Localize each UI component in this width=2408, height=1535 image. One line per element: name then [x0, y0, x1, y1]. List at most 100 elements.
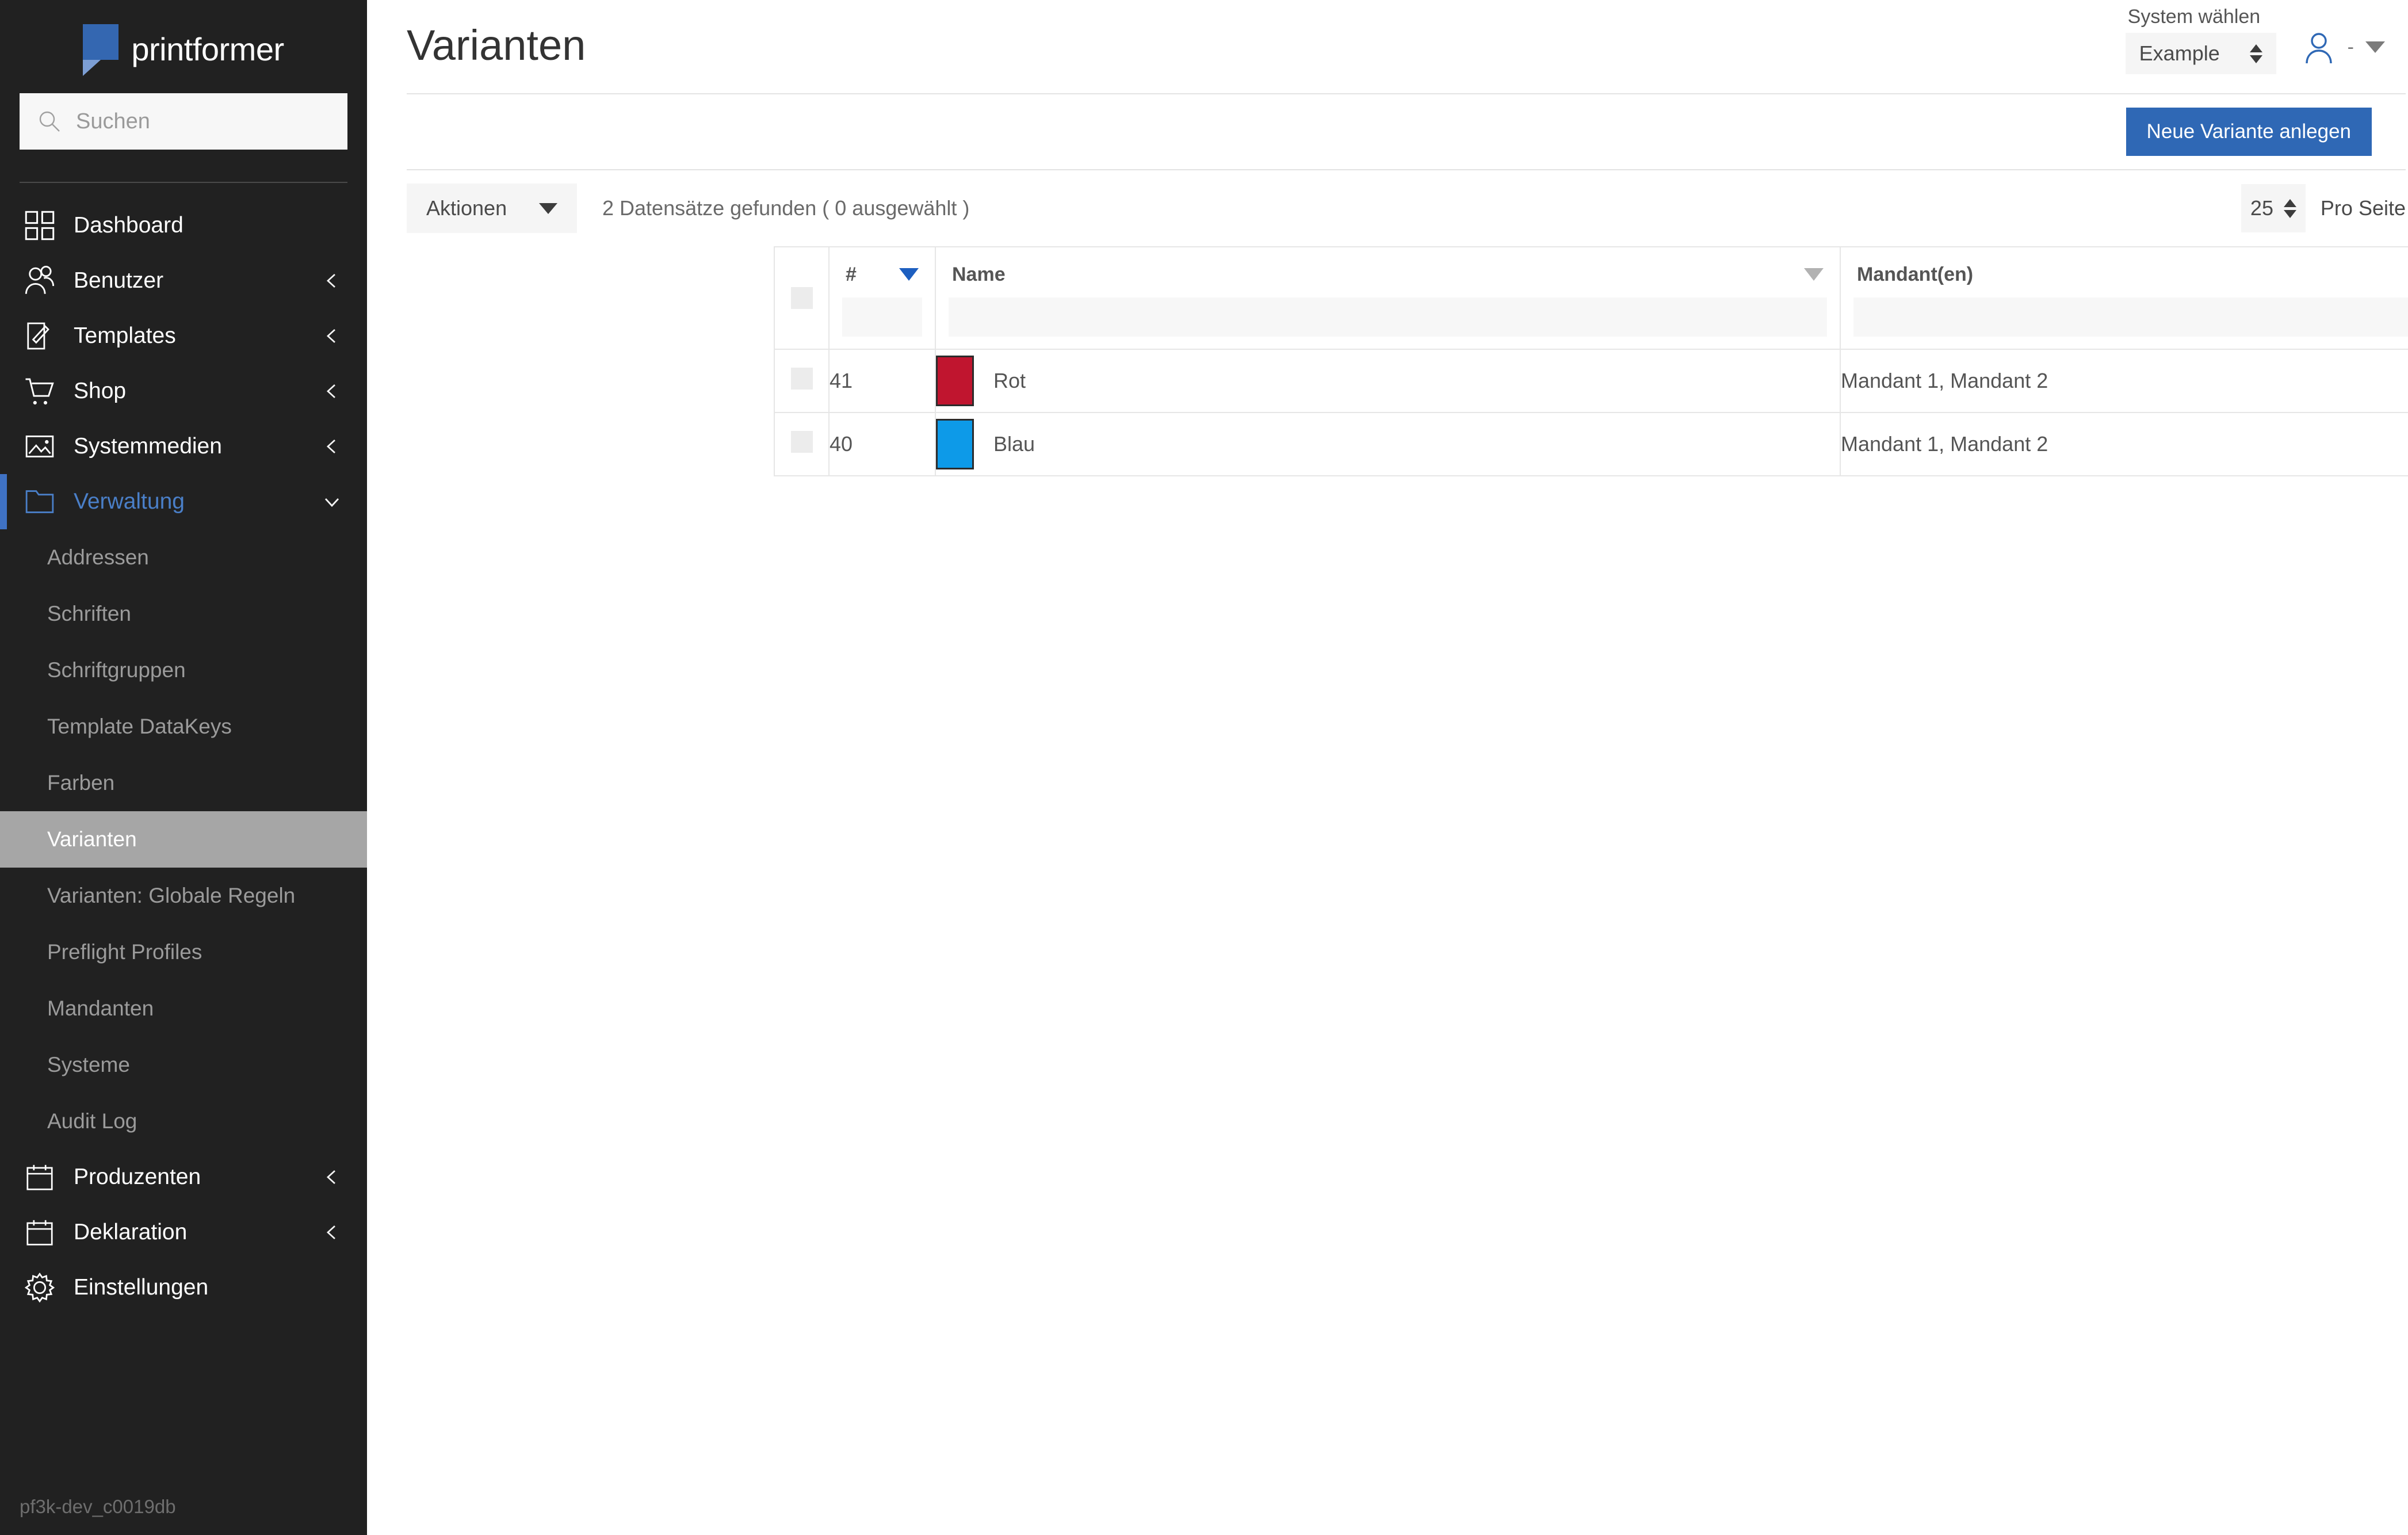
users-icon	[21, 262, 59, 300]
search-input[interactable]: Suchen	[20, 93, 347, 150]
sidebar-subitem-varianten-globale-regeln[interactable]: Varianten: Globale Regeln	[0, 868, 367, 924]
sidebar-item-label: Deklaration	[74, 1220, 188, 1244]
sidebar-item-label: Systemmedien	[74, 434, 222, 459]
chevron-left-icon[interactable]	[322, 1223, 342, 1242]
sidebar-subitem-audit-log[interactable]: Audit Log	[0, 1093, 367, 1150]
sidebar-item-label: Produzenten	[74, 1164, 201, 1189]
sidebar-item-label: Benutzer	[74, 268, 164, 293]
sidebar-subitem-systeme[interactable]: Systeme	[0, 1037, 367, 1093]
actions-dropdown-label: Aktionen	[426, 196, 507, 220]
select-all-header[interactable]	[774, 246, 830, 350]
action-bar: Neue Variante anlegen	[367, 94, 2408, 169]
row-mandant-cell: Mandant 1, Mandant 2	[1840, 349, 2408, 413]
column-header-mandant[interactable]: Mandant(en)	[1840, 246, 2408, 350]
list-toolbar: Aktionen 2 Datensätze gefunden ( 0 ausge…	[407, 170, 2406, 246]
new-variant-button[interactable]: Neue Variante anlegen	[2126, 108, 2372, 156]
sort-caret-icon[interactable]	[1804, 268, 1824, 281]
sort-caret-icon[interactable]	[899, 268, 919, 281]
column-header-label: Mandant(en)	[1857, 263, 1974, 285]
sidebar-subitem-label: Systeme	[47, 1053, 130, 1076]
sidebar-item-dashboard[interactable]: Dashboard	[0, 198, 367, 253]
per-page-select[interactable]: 25	[2241, 184, 2306, 232]
sidebar-subitem-schriftgruppen[interactable]: Schriftgruppen	[0, 642, 367, 698]
sidebar-subitem-preflight-profiles[interactable]: Preflight Profiles	[0, 924, 367, 980]
chevron-left-icon[interactable]	[322, 1167, 342, 1187]
chevron-left-icon[interactable]	[322, 437, 342, 456]
sidebar-item-verwaltung[interactable]: Verwaltung	[0, 474, 367, 529]
sidebar-subitem-label: Schriften	[47, 602, 132, 625]
calendar-icon	[21, 1158, 59, 1196]
select-all-checkbox[interactable]	[790, 287, 813, 309]
row-mandant-cell: Mandant 1, Mandant 2	[1840, 412, 2408, 476]
column-header-name[interactable]: Name	[935, 246, 1841, 350]
top-header: Varianten System wählen Example -	[367, 0, 2408, 93]
row-checkbox[interactable]	[790, 367, 813, 390]
chevron-down-icon[interactable]	[322, 492, 342, 511]
sidebar-item-produzenten[interactable]: Produzenten	[0, 1150, 367, 1205]
variants-table-container: # Name Mandant(en) 41 Rot Mandant 1, Man…	[774, 246, 2408, 476]
row-name-label: Blau	[993, 432, 1035, 456]
sidebar-item-shop[interactable]: Shop	[0, 364, 367, 419]
shopping-cart-icon	[21, 372, 59, 410]
sidebar-subitem-label: Audit Log	[47, 1109, 137, 1133]
user-name: -	[2347, 36, 2354, 58]
sidebar-subitem-label: Farben	[47, 771, 115, 795]
sidebar-item-label: Shop	[74, 379, 127, 403]
column-header-id[interactable]: #	[828, 246, 936, 350]
column-header-label: #	[846, 263, 857, 285]
sidebar-item-systemmedien[interactable]: Systemmedien	[0, 419, 367, 474]
sidebar-item-label: Verwaltung	[74, 489, 185, 514]
sidebar-subnav-verwaltung: Addressen Schriften Schriftgruppen Templ…	[0, 529, 367, 1150]
chevron-left-icon[interactable]	[322, 271, 342, 291]
sidebar-subitem-label: Mandanten	[47, 996, 154, 1020]
sidebar-subitem-schriften[interactable]: Schriften	[0, 586, 367, 642]
per-page-value: 25	[2250, 196, 2273, 220]
printformer-flag-icon	[83, 24, 119, 76]
system-select[interactable]: Example	[2125, 33, 2276, 74]
row-select-cell[interactable]	[774, 349, 830, 413]
variants-table: # Name Mandant(en) 41 Rot Mandant 1, Man…	[774, 246, 2408, 476]
row-id-cell: 40	[828, 412, 936, 476]
header-right-controls: System wählen Example -	[2125, 0, 2385, 74]
sidebar-item-label: Einstellungen	[74, 1275, 209, 1300]
sidebar-divider	[20, 182, 347, 183]
chevron-left-icon[interactable]	[322, 326, 342, 346]
filter-input-id[interactable]	[842, 297, 922, 337]
spinner-arrows-icon[interactable]	[2283, 198, 2296, 218]
sidebar-subitem-varianten[interactable]: Varianten	[0, 811, 367, 868]
sidebar-item-templates[interactable]: Templates	[0, 308, 367, 364]
main-content: Varianten System wählen Example - Neue V…	[367, 0, 2408, 1535]
row-name-cell: Rot	[935, 349, 1841, 413]
user-avatar-icon	[2302, 30, 2336, 64]
sidebar-item-benutzer[interactable]: Benutzer	[0, 253, 367, 308]
row-select-cell[interactable]	[774, 412, 830, 476]
calendar-icon	[21, 1213, 59, 1251]
user-menu[interactable]: -	[2302, 30, 2385, 64]
brand-name: printformer	[131, 30, 284, 67]
sidebar-subitem-label: Preflight Profiles	[47, 940, 202, 964]
sidebar-item-deklaration[interactable]: Deklaration	[0, 1205, 367, 1260]
app-logo[interactable]: printformer	[0, 0, 367, 93]
system-select-group: System wählen Example	[2125, 6, 2276, 74]
search-placeholder: Suchen	[76, 109, 150, 133]
color-swatch	[936, 356, 974, 406]
document-edit-icon	[21, 317, 59, 355]
row-checkbox[interactable]	[790, 430, 813, 453]
sidebar-subitem-label: Schriftgruppen	[47, 658, 186, 682]
system-select-label: System wählen	[2127, 6, 2261, 28]
chevron-down-icon[interactable]	[2365, 41, 2385, 53]
system-select-value: Example	[2139, 41, 2220, 65]
actions-dropdown[interactable]: Aktionen	[407, 184, 577, 233]
sidebar-subitem-farben[interactable]: Farben	[0, 755, 367, 811]
table-row[interactable]: 40 Blau Mandant 1, Mandant 2	[774, 412, 2408, 476]
spinner-arrows-icon[interactable]	[2249, 44, 2262, 63]
sidebar-subitem-addressen[interactable]: Addressen	[0, 529, 367, 586]
sidebar-subitem-mandanten[interactable]: Mandanten	[0, 980, 367, 1037]
table-row[interactable]: 41 Rot Mandant 1, Mandant 2	[774, 349, 2408, 413]
filter-input-name[interactable]	[949, 297, 1827, 337]
search-icon	[38, 110, 61, 133]
sidebar-item-einstellungen[interactable]: Einstellungen	[0, 1260, 367, 1315]
filter-input-mandant[interactable]	[1853, 297, 2408, 337]
chevron-left-icon[interactable]	[322, 381, 342, 401]
sidebar-subitem-template-datakeys[interactable]: Template DataKeys	[0, 698, 367, 755]
